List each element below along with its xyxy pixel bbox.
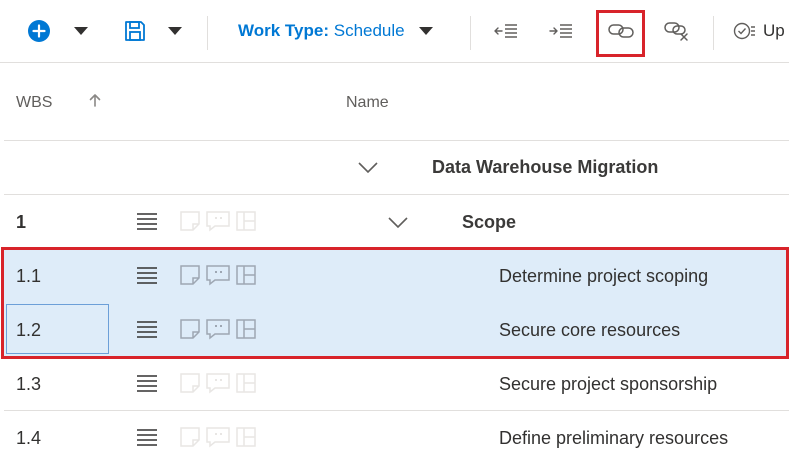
- hamburger-menu-icon[interactable]: [136, 374, 158, 392]
- grid-header: WBS Name: [4, 62, 789, 141]
- chevron-down-icon: [168, 27, 182, 35]
- wbs-cell[interactable]: 1.4: [16, 428, 41, 449]
- row-icons: [179, 426, 257, 448]
- task-name[interactable]: Secure project sponsorship: [499, 374, 717, 395]
- chevron-down-icon[interactable]: [387, 216, 409, 230]
- column-header-wbs[interactable]: WBS: [16, 94, 52, 112]
- link-button-highlight: [596, 10, 645, 57]
- sort-ascending-icon[interactable]: [88, 92, 102, 108]
- plus-circle-icon: [28, 20, 50, 42]
- unlink-icon: [664, 22, 688, 41]
- toolbar-divider: [470, 16, 471, 50]
- add-dropdown-button[interactable]: [68, 0, 94, 62]
- hamburger-menu-icon[interactable]: [136, 212, 158, 230]
- task-name[interactable]: Data Warehouse Migration: [432, 157, 658, 178]
- table-row-project[interactable]: Data Warehouse Migration: [4, 140, 789, 195]
- save-button[interactable]: [120, 0, 150, 62]
- save-dropdown-button[interactable]: [162, 0, 188, 62]
- board-icon[interactable]: [235, 426, 257, 448]
- work-type-text: Work Type: Schedule: [238, 21, 405, 41]
- comment-icon[interactable]: [205, 210, 231, 232]
- check-circle-icon: [733, 22, 755, 40]
- table-row[interactable]: 1.3 Secure project sponsorship: [4, 356, 789, 411]
- row-icons: [179, 210, 257, 232]
- board-icon[interactable]: [235, 210, 257, 232]
- task-name[interactable]: Scope: [462, 212, 516, 233]
- chevron-down-icon[interactable]: [357, 161, 379, 175]
- note-icon[interactable]: [179, 372, 201, 394]
- note-icon[interactable]: [179, 426, 201, 448]
- board-icon[interactable]: [235, 372, 257, 394]
- work-type-value: Schedule: [333, 21, 405, 40]
- chevron-down-icon: [74, 27, 88, 35]
- note-icon[interactable]: [179, 210, 201, 232]
- outdent-icon: [494, 24, 517, 38]
- update-label: Up: [763, 21, 785, 40]
- toolbar-divider: [713, 16, 714, 50]
- wbs-cell[interactable]: 1.3: [16, 374, 41, 395]
- save-icon: [125, 21, 145, 41]
- add-button[interactable]: [24, 0, 54, 62]
- work-type-dropdown[interactable]: Work Type: Schedule: [238, 0, 444, 62]
- task-name[interactable]: Define preliminary resources: [499, 428, 728, 449]
- indent-button[interactable]: [545, 0, 577, 62]
- wbs-cell[interactable]: 1: [16, 212, 26, 233]
- work-type-label: Work Type:: [238, 21, 329, 40]
- unlink-tasks-button[interactable]: [661, 0, 693, 62]
- table-row[interactable]: 1.4 Define preliminary resources: [4, 410, 789, 459]
- update-button[interactable]: Up: [733, 0, 789, 62]
- chevron-down-icon: [418, 27, 433, 35]
- selected-rows-highlight: [1, 247, 789, 359]
- hamburger-menu-icon[interactable]: [136, 428, 158, 446]
- table-row[interactable]: 1 Scope: [4, 194, 789, 249]
- outdent-button[interactable]: [490, 0, 522, 62]
- comment-icon[interactable]: [205, 426, 231, 448]
- comment-icon[interactable]: [205, 372, 231, 394]
- row-icons: [179, 372, 257, 394]
- toolbar-divider: [207, 16, 208, 50]
- indent-icon: [549, 24, 572, 38]
- command-bar: Work Type: Schedule Up: [0, 0, 789, 63]
- column-header-name[interactable]: Name: [346, 94, 389, 112]
